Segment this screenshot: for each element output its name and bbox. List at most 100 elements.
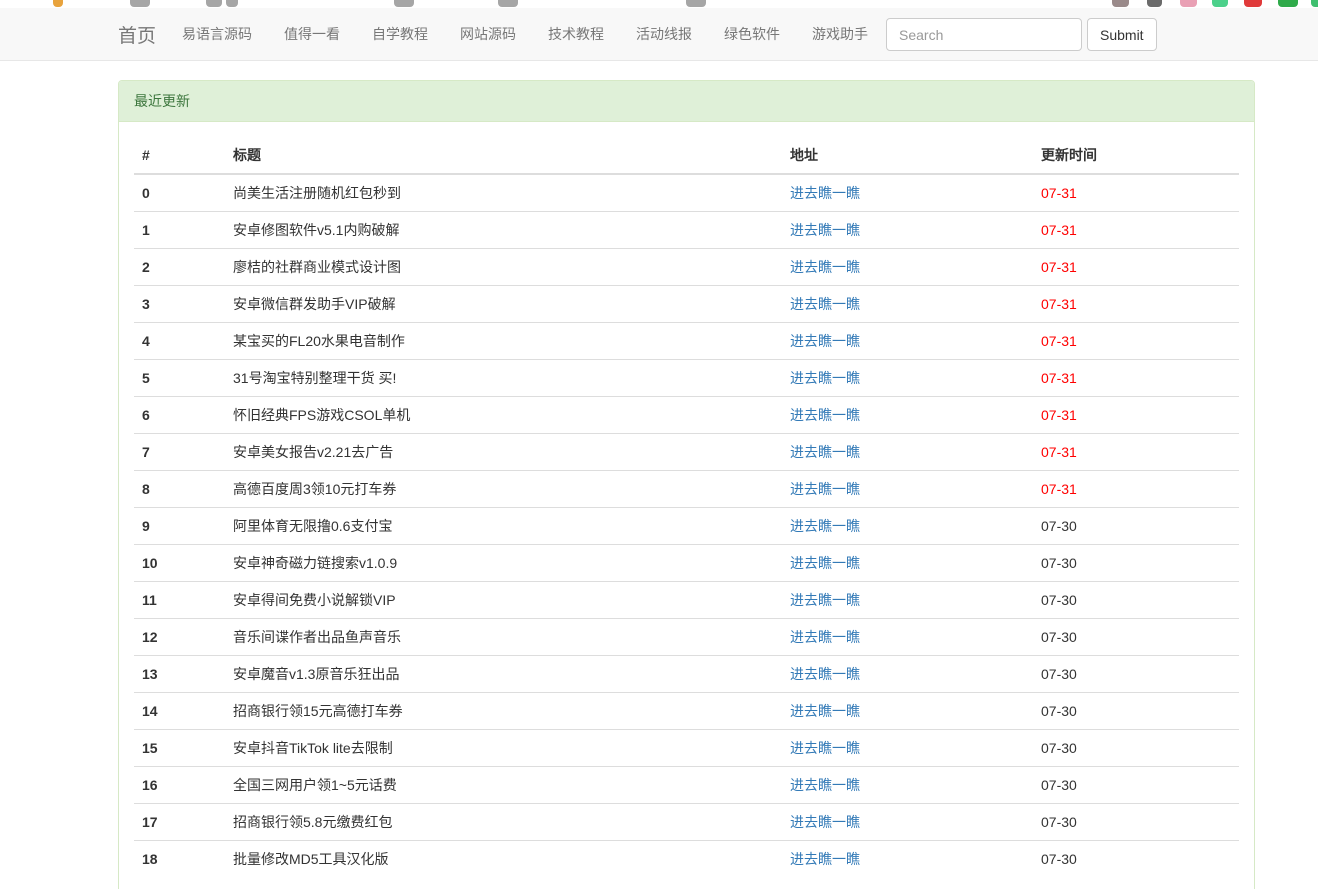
row-title: 安卓抖音TikTok lite去限制 bbox=[225, 730, 782, 767]
visit-link[interactable]: 进去瞧一瞧 bbox=[790, 518, 860, 534]
visit-link[interactable]: 进去瞧一瞧 bbox=[790, 777, 860, 793]
nav-item-tech-tutorial[interactable]: 技术教程 bbox=[532, 8, 620, 60]
row-title: 招商银行领15元高德打车券 bbox=[225, 693, 782, 730]
row-index: 9 bbox=[134, 508, 225, 545]
row-index: 1 bbox=[134, 212, 225, 249]
extension-icon-green-circle bbox=[1212, 0, 1228, 7]
nav-item-self-tutorial[interactable]: 自学教程 bbox=[356, 8, 444, 60]
recent-updates-panel: 最近更新 # 标题 地址 更新时间 0 尚美生活注册随机红包秒到 进去瞧一瞧 0… bbox=[118, 80, 1255, 889]
row-date: 07-30 bbox=[1033, 656, 1239, 693]
visit-link[interactable]: 进去瞧一瞧 bbox=[790, 407, 860, 423]
visit-link[interactable]: 进去瞧一瞧 bbox=[790, 740, 860, 756]
visit-link[interactable]: 进去瞧一瞧 bbox=[790, 185, 860, 201]
extension-icon-gray-red bbox=[1112, 0, 1129, 7]
bookmark-text-fragment bbox=[130, 0, 150, 7]
row-date: 07-30 bbox=[1033, 730, 1239, 767]
extension-icon-green-square bbox=[1278, 0, 1298, 7]
table-row: 13 安卓魔音v1.3原音乐狂出品 进去瞧一瞧 07-30 bbox=[134, 656, 1239, 693]
table-row: 12 音乐间谍作者出品鱼声音乐 进去瞧一瞧 07-30 bbox=[134, 619, 1239, 656]
row-date: 07-30 bbox=[1033, 545, 1239, 582]
visit-link[interactable]: 进去瞧一瞧 bbox=[790, 481, 860, 497]
table-row: 5 31号淘宝特别整理干货 买! 进去瞧一瞧 07-31 bbox=[134, 360, 1239, 397]
nav-item-worth-a-look[interactable]: 值得一看 bbox=[268, 8, 356, 60]
table-row: 10 安卓神奇磁力链搜索v1.0.9 进去瞧一瞧 07-30 bbox=[134, 545, 1239, 582]
row-index: 12 bbox=[134, 619, 225, 656]
row-date: 07-31 bbox=[1033, 360, 1239, 397]
row-date: 07-30 bbox=[1033, 693, 1239, 730]
row-title: 安卓得间免费小说解锁VIP bbox=[225, 582, 782, 619]
table-row: 6 怀旧经典FPS游戏CSOL单机 进去瞧一瞧 07-31 bbox=[134, 397, 1239, 434]
row-index: 14 bbox=[134, 693, 225, 730]
row-title: 批量修改MD5工具汉化版 bbox=[225, 841, 782, 878]
row-date: 07-30 bbox=[1033, 582, 1239, 619]
row-index: 8 bbox=[134, 471, 225, 508]
row-title: 安卓微信群发助手VIP破解 bbox=[225, 286, 782, 323]
visit-link[interactable]: 进去瞧一瞧 bbox=[790, 555, 860, 571]
row-title: 阿里体育无限撸0.6支付宝 bbox=[225, 508, 782, 545]
panel-heading: 最近更新 bbox=[119, 81, 1254, 122]
navbar: 首页 易语言源码 值得一看 自学教程 网站源码 技术教程 活动线报 绿色软件 游… bbox=[0, 8, 1318, 61]
nav-item-site-source[interactable]: 网站源码 bbox=[444, 8, 532, 60]
row-date: 07-31 bbox=[1033, 471, 1239, 508]
row-date: 07-31 bbox=[1033, 434, 1239, 471]
table-row: 8 高德百度周3领10元打车券 进去瞧一瞧 07-31 bbox=[134, 471, 1239, 508]
nav-item-game-helper[interactable]: 游戏助手 bbox=[796, 8, 884, 60]
submit-button[interactable]: Submit bbox=[1087, 18, 1157, 51]
visit-link[interactable]: 进去瞧一瞧 bbox=[790, 592, 860, 608]
row-index: 10 bbox=[134, 545, 225, 582]
visit-link[interactable]: 进去瞧一瞧 bbox=[790, 444, 860, 460]
nav-item-activity-news[interactable]: 活动线报 bbox=[620, 8, 708, 60]
bookmark-text-fragment bbox=[498, 0, 518, 7]
visit-link[interactable]: 进去瞧一瞧 bbox=[790, 814, 860, 830]
row-index: 11 bbox=[134, 582, 225, 619]
row-title: 招商银行领5.8元缴费红包 bbox=[225, 804, 782, 841]
visit-link[interactable]: 进去瞧一瞧 bbox=[790, 851, 860, 867]
table-row: 1 安卓修图软件v5.1内购破解 进去瞧一瞧 07-31 bbox=[134, 212, 1239, 249]
nav-brand-home[interactable]: 首页 bbox=[118, 21, 156, 48]
row-date: 07-30 bbox=[1033, 804, 1239, 841]
row-index: 6 bbox=[134, 397, 225, 434]
table-row: 4 某宝买的FL20水果电音制作 进去瞧一瞧 07-31 bbox=[134, 323, 1239, 360]
row-title: 尚美生活注册随机红包秒到 bbox=[225, 174, 782, 212]
bookmark-text-fragment bbox=[394, 0, 414, 7]
header-title: 标题 bbox=[225, 137, 782, 174]
visit-link[interactable]: 进去瞧一瞧 bbox=[790, 296, 860, 312]
visit-link[interactable]: 进去瞧一瞧 bbox=[790, 222, 860, 238]
visit-link[interactable]: 进去瞧一瞧 bbox=[790, 259, 860, 275]
visit-link[interactable]: 进去瞧一瞧 bbox=[790, 333, 860, 349]
updates-table: # 标题 地址 更新时间 0 尚美生活注册随机红包秒到 进去瞧一瞧 07-31 … bbox=[134, 137, 1239, 877]
bookmark-text-fragment bbox=[206, 0, 222, 7]
row-index: 0 bbox=[134, 174, 225, 212]
row-index: 5 bbox=[134, 360, 225, 397]
nav-item-yuyan-source[interactable]: 易语言源码 bbox=[166, 8, 268, 60]
browser-strip bbox=[0, 0, 1318, 8]
table-row: 16 全国三网用户领1~5元话费 进去瞧一瞧 07-30 bbox=[134, 767, 1239, 804]
search-input[interactable] bbox=[886, 18, 1082, 51]
row-date: 07-30 bbox=[1033, 508, 1239, 545]
visit-link[interactable]: 进去瞧一瞧 bbox=[790, 666, 860, 682]
bookmark-text-fragment bbox=[686, 0, 706, 7]
visit-link[interactable]: 进去瞧一瞧 bbox=[790, 629, 860, 645]
row-index: 4 bbox=[134, 323, 225, 360]
row-title: 31号淘宝特别整理干货 买! bbox=[225, 360, 782, 397]
nav-item-green-software[interactable]: 绿色软件 bbox=[708, 8, 796, 60]
table-row: 2 廖桔的社群商业模式设计图 进去瞧一瞧 07-31 bbox=[134, 249, 1239, 286]
row-title: 某宝买的FL20水果电音制作 bbox=[225, 323, 782, 360]
search-form: Submit bbox=[886, 18, 1157, 51]
row-date: 07-30 bbox=[1033, 767, 1239, 804]
table-row: 3 安卓微信群发助手VIP破解 进去瞧一瞧 07-31 bbox=[134, 286, 1239, 323]
row-title: 安卓魔音v1.3原音乐狂出品 bbox=[225, 656, 782, 693]
panel-body: # 标题 地址 更新时间 0 尚美生活注册随机红包秒到 进去瞧一瞧 07-31 … bbox=[119, 122, 1254, 889]
visit-link[interactable]: 进去瞧一瞧 bbox=[790, 370, 860, 386]
table-row: 17 招商银行领5.8元缴费红包 进去瞧一瞧 07-30 bbox=[134, 804, 1239, 841]
row-date: 07-30 bbox=[1033, 619, 1239, 656]
table-row: 7 安卓美女报告v2.21去广告 进去瞧一瞧 07-31 bbox=[134, 434, 1239, 471]
visit-link[interactable]: 进去瞧一瞧 bbox=[790, 703, 860, 719]
row-title: 高德百度周3领10元打车券 bbox=[225, 471, 782, 508]
row-title: 安卓修图软件v5.1内购破解 bbox=[225, 212, 782, 249]
table-row: 9 阿里体育无限撸0.6支付宝 进去瞧一瞧 07-30 bbox=[134, 508, 1239, 545]
row-index: 13 bbox=[134, 656, 225, 693]
row-index: 15 bbox=[134, 730, 225, 767]
header-address: 地址 bbox=[782, 137, 1033, 174]
row-index: 17 bbox=[134, 804, 225, 841]
